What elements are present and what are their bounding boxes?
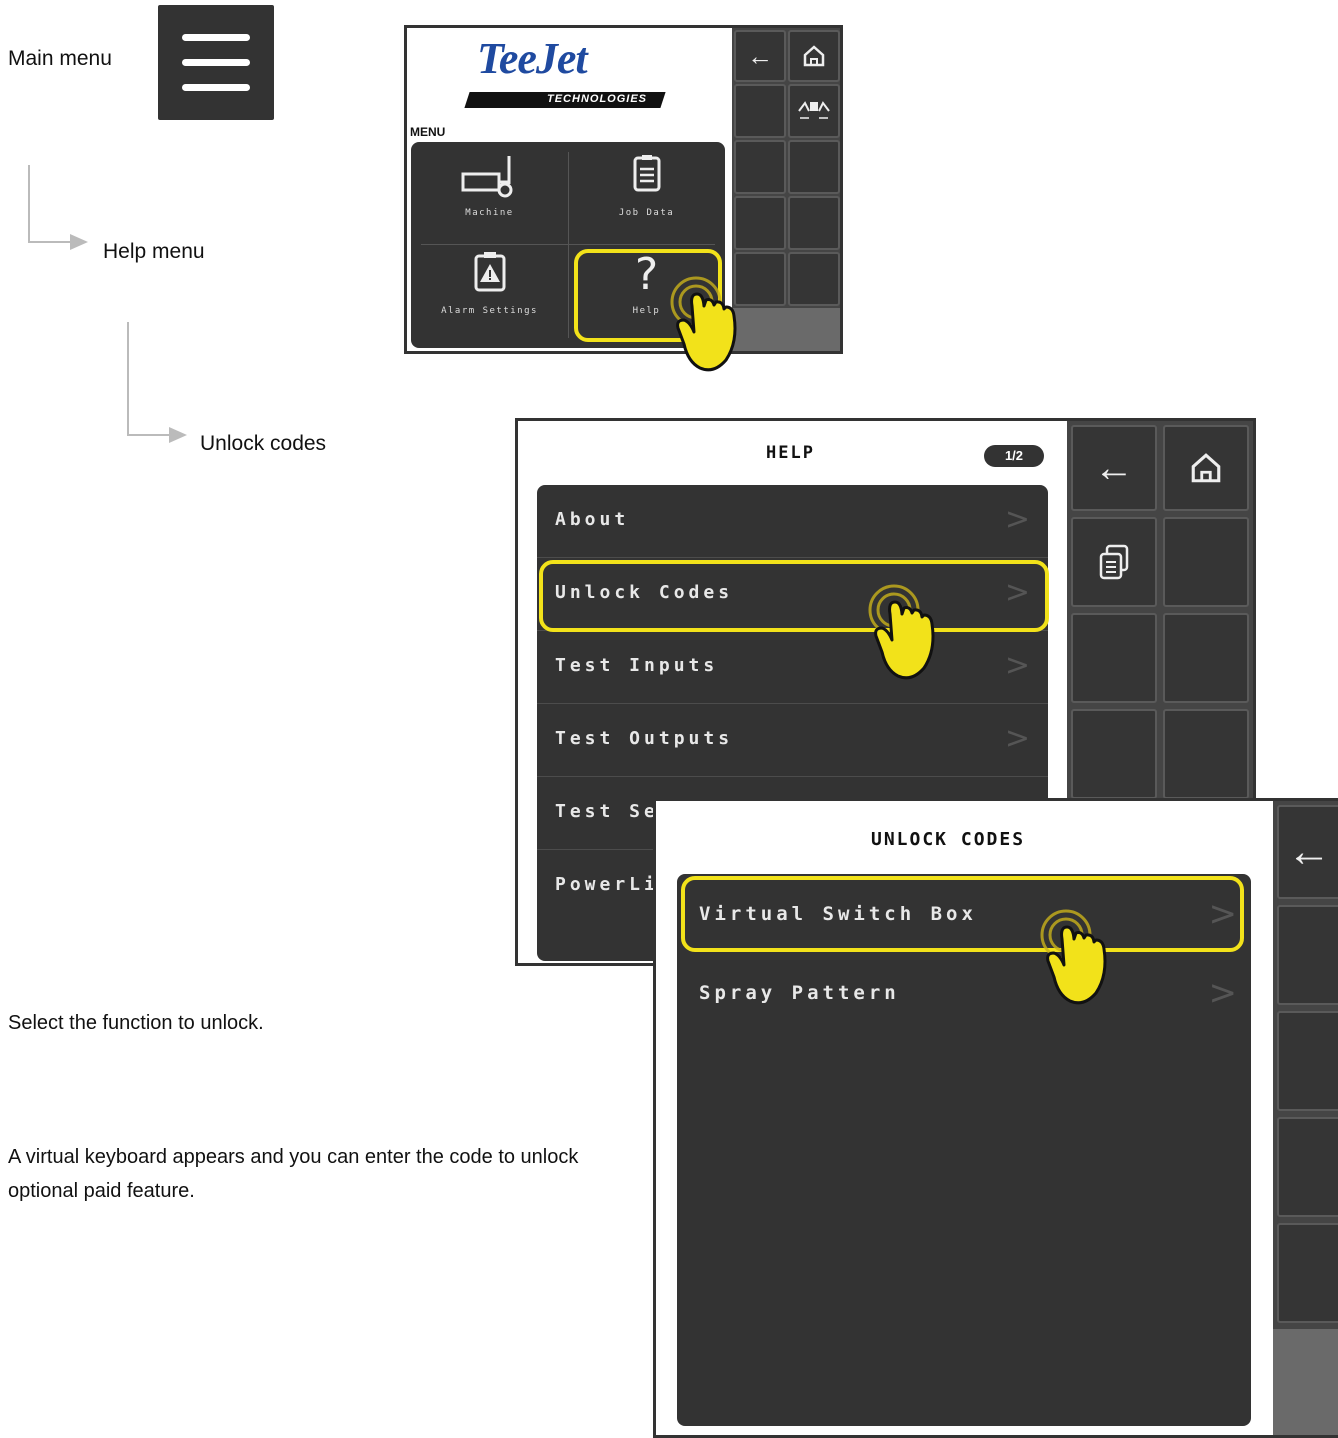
connector-line xyxy=(28,241,73,243)
sidebar-footer xyxy=(1273,1329,1338,1435)
item-label: PowerLi xyxy=(555,874,659,895)
back-arrow-icon[interactable]: ← xyxy=(1277,805,1338,899)
main-menu-label: Main menu xyxy=(8,47,112,70)
connector-line xyxy=(127,322,129,435)
empty-key[interactable] xyxy=(1277,905,1338,1005)
empty-key[interactable] xyxy=(1277,1117,1338,1217)
back-arrow-icon[interactable]: ← xyxy=(1071,425,1157,511)
unlock-codes-label: Unlock codes xyxy=(200,432,327,455)
empty-key[interactable] xyxy=(788,196,840,250)
empty-key[interactable] xyxy=(734,84,786,138)
item-label: Test Inputs xyxy=(555,655,719,676)
divider xyxy=(421,244,715,245)
item-label: Test Se xyxy=(555,801,659,822)
empty-key[interactable] xyxy=(1071,709,1157,799)
chevron-right-icon: > xyxy=(1004,648,1034,683)
list-item-spray-pattern[interactable]: Spray Pattern > xyxy=(677,954,1251,1034)
alarm-icon xyxy=(474,252,505,292)
tile-label: Machine xyxy=(465,208,514,218)
unlock-list-panel: Virtual Switch Box > Spray Pattern > xyxy=(677,874,1251,1426)
pointer-hand-icon xyxy=(868,584,935,680)
empty-key[interactable] xyxy=(734,196,786,250)
instruction-select: Select the function to unlock. xyxy=(8,1012,264,1034)
copy-icon[interactable] xyxy=(1071,517,1157,607)
empty-key[interactable] xyxy=(1163,517,1249,607)
item-label: About xyxy=(555,509,630,530)
tile-machine[interactable]: Machine xyxy=(411,152,568,242)
logo-subtitle: TECHNOLOGIES xyxy=(547,93,648,105)
list-item-about[interactable]: About > xyxy=(537,485,1048,558)
chevron-right-icon: > xyxy=(1208,973,1241,1013)
empty-key[interactable] xyxy=(788,252,840,306)
back-arrow-icon[interactable]: ← xyxy=(734,30,786,82)
pointer-hand-icon xyxy=(670,276,737,372)
menu-heading: MENU xyxy=(410,125,446,139)
unlock-codes-screen: UNLOCK CODES Virtual Switch Box > Spray P… xyxy=(653,798,1338,1438)
item-label: Test Outputs xyxy=(555,728,734,749)
tile-label: Alarm Settings xyxy=(441,306,538,316)
list-item-test-outputs[interactable]: Test Outputs > xyxy=(537,704,1048,777)
list-item-test-inputs[interactable]: Test Inputs > xyxy=(537,631,1048,704)
main-menu-screen: TeeJet TECHNOLOGIES MENU Machine Job Dat… xyxy=(404,25,843,354)
connector-arrow xyxy=(169,427,187,443)
page-indicator: 1/2 xyxy=(984,445,1044,467)
hamburger-icon[interactable] xyxy=(158,5,274,120)
home-icon[interactable] xyxy=(1163,425,1249,511)
screen-title: HELP xyxy=(766,443,815,463)
empty-key[interactable] xyxy=(1071,613,1157,703)
screen-title: UNLOCK CODES xyxy=(871,829,1026,850)
empty-key[interactable] xyxy=(1277,1011,1338,1111)
unlock-sidebar: ← xyxy=(1273,801,1338,1435)
instruction-keyboard: A virtual keyboard appears and you can e… xyxy=(8,1146,579,1202)
machine-icon xyxy=(461,156,512,198)
unlock-codes-highlight xyxy=(539,560,1049,632)
pointer-hand-icon xyxy=(1040,909,1107,1005)
empty-key[interactable] xyxy=(1163,709,1249,799)
empty-key[interactable] xyxy=(1163,613,1249,703)
chevron-right-icon: > xyxy=(1004,502,1034,537)
connector-arrow xyxy=(70,234,88,250)
item-label: Spray Pattern xyxy=(699,982,900,1004)
empty-key[interactable] xyxy=(788,140,840,194)
tile-label: Job Data xyxy=(618,208,675,218)
tile-job-data[interactable]: Job Data xyxy=(568,152,725,242)
empty-key[interactable] xyxy=(734,140,786,194)
boom-icon[interactable] xyxy=(788,84,840,138)
chevron-right-icon: > xyxy=(1004,721,1034,756)
teejet-logo: TeeJet xyxy=(477,34,588,83)
home-icon[interactable] xyxy=(788,30,840,82)
empty-key[interactable] xyxy=(1277,1223,1338,1323)
help-menu-label: Help menu xyxy=(103,240,205,263)
connector-line xyxy=(127,434,172,436)
virtual-switch-box-highlight xyxy=(681,876,1244,952)
tile-alarm-settings[interactable]: Alarm Settings xyxy=(411,250,568,340)
connector-line xyxy=(28,165,30,242)
job-data-icon xyxy=(633,155,660,192)
